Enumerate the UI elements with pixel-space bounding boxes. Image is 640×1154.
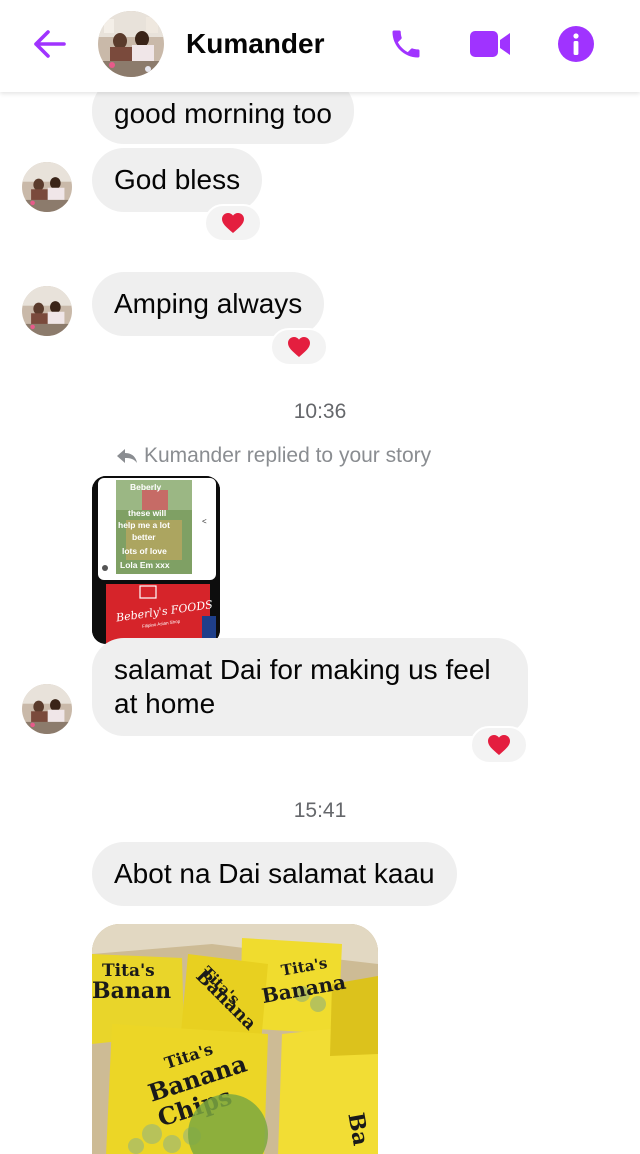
heart-icon [288, 337, 310, 357]
avatar[interactable] [22, 162, 72, 212]
video-camera-icon [470, 31, 510, 57]
heart-reaction[interactable] [270, 328, 328, 366]
avatar[interactable] [22, 286, 72, 336]
phone-icon [392, 30, 420, 58]
profile-photo [22, 162, 72, 212]
svg-text:<: < [202, 517, 207, 526]
chat-header: Kumander [0, 0, 640, 92]
profile-photo [22, 684, 72, 734]
arrow-left-icon [34, 30, 66, 58]
profile-photo [98, 11, 164, 77]
info-button[interactable] [554, 22, 598, 66]
svg-text:Lola Em xxx: Lola Em xxx [120, 560, 170, 570]
message-text: God bless [114, 164, 241, 195]
video-call-button[interactable] [468, 22, 512, 66]
heart-reaction[interactable] [470, 726, 528, 764]
svg-text:help me a lot: help me a lot [118, 520, 170, 530]
heart-reaction[interactable] [204, 204, 262, 242]
svg-text:Banan: Banan [92, 978, 171, 1004]
message-text: Abot na Dai salamat kaau [114, 858, 435, 889]
story-image: < Beberly these will help me a lot bette… [92, 476, 220, 644]
heart-icon [488, 735, 510, 755]
timestamp: 10:36 [293, 400, 347, 423]
contact-name[interactable]: Kumander [186, 28, 324, 60]
timestamp: 15:41 [293, 799, 347, 822]
reply-arrow-icon [117, 449, 137, 463]
banana-chips-photo: Tita's Banan Tita's Banana Tita's Banana… [92, 924, 378, 1154]
message-bubble[interactable]: Amping always [92, 272, 325, 336]
photo-attachment[interactable]: Tita's Banan Tita's Banana Tita's Banana… [92, 924, 378, 1154]
story-reply-label: Kumander replied to your story [144, 444, 432, 467]
svg-text:Beberly: Beberly [130, 482, 161, 492]
svg-text:lots of love: lots of love [122, 546, 167, 556]
message-text: salamat Dai for making us feel at home [114, 654, 491, 719]
chat-screen: Kumander good morning too God bless Ampi… [0, 0, 640, 1154]
avatar[interactable] [98, 11, 164, 77]
profile-photo [22, 286, 72, 336]
message-bubble[interactable]: salamat Dai for making us feel at home [92, 638, 528, 736]
svg-text:better: better [132, 532, 156, 542]
call-button[interactable] [384, 22, 428, 66]
svg-text:these will: these will [128, 508, 166, 518]
story-thumbnail[interactable]: < Beberly these will help me a lot bette… [92, 476, 220, 644]
message-text: Amping always [114, 288, 303, 319]
back-button[interactable] [28, 24, 72, 64]
info-icon [558, 26, 594, 62]
story-reply-note: Kumander replied to your story [116, 444, 431, 468]
message-text: good morning too [114, 98, 332, 129]
message-bubble[interactable]: God bless [92, 148, 263, 212]
heart-icon [222, 213, 244, 233]
avatar[interactable] [22, 684, 72, 734]
message-bubble[interactable]: Abot na Dai salamat kaau [92, 842, 457, 906]
